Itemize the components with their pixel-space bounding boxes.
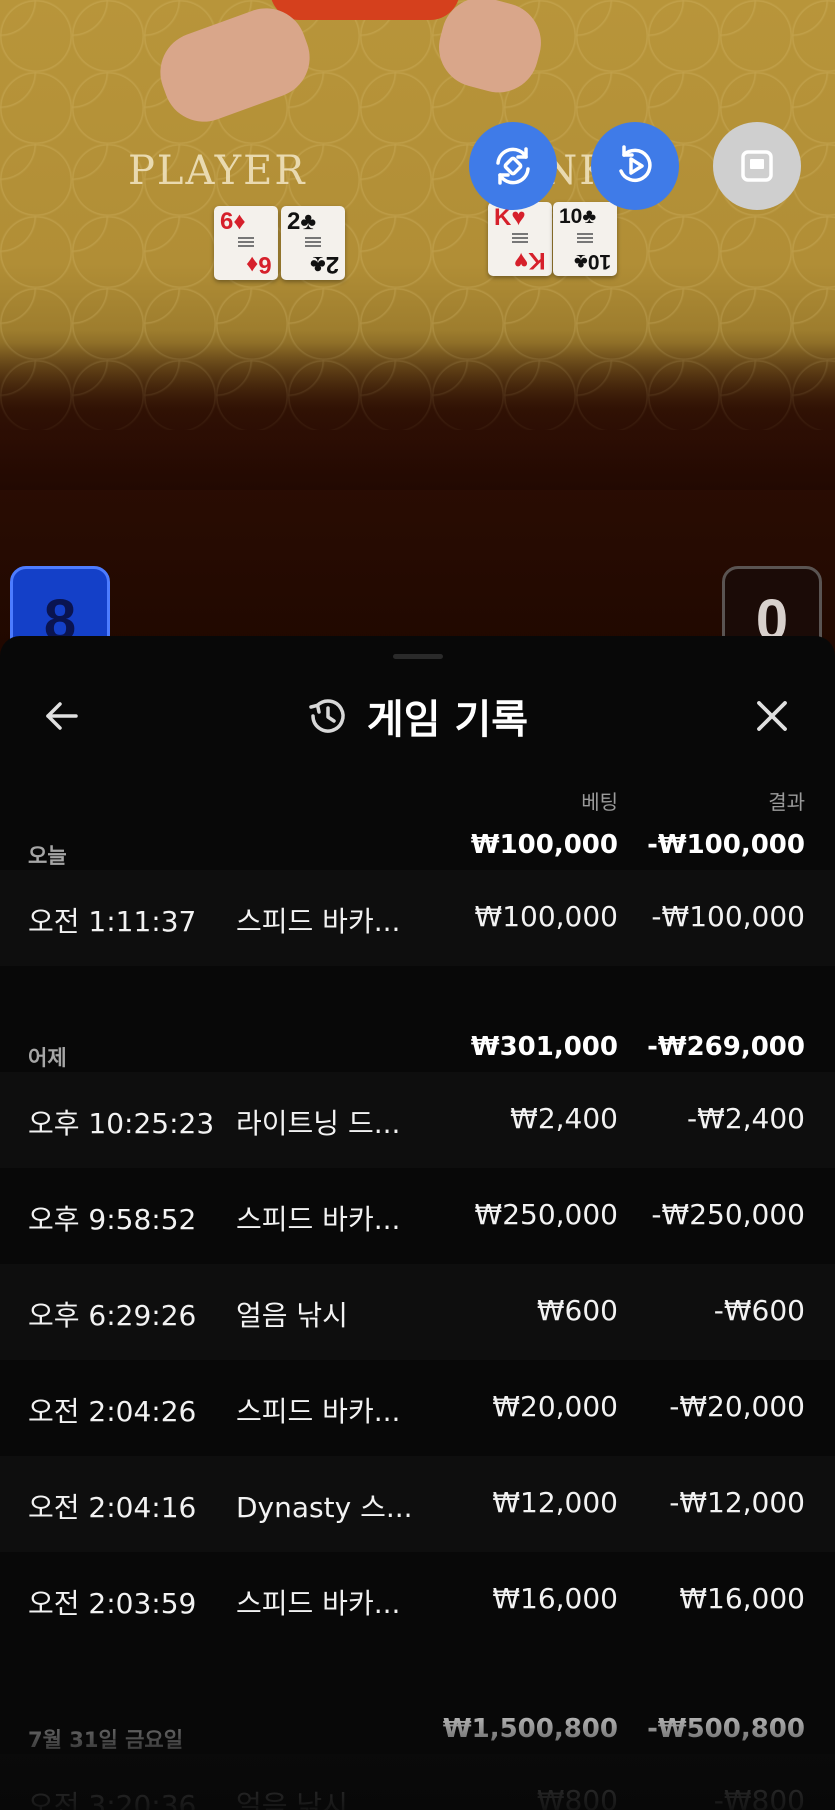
replay-button[interactable] <box>591 122 679 210</box>
column-header-bet: 베팅 <box>581 790 618 814</box>
row-time: 오전 2:04:16 <box>28 1491 197 1524</box>
rotate-icon <box>496 147 530 185</box>
group-result-total: -₩100,000 <box>647 830 805 860</box>
banker-card-2: 10♣ 10♣ <box>553 202 617 276</box>
history-icon <box>309 699 345 733</box>
group-bet-total: ₩1,500,800 <box>442 1714 618 1744</box>
group-date-label: 어제 <box>28 1046 67 1070</box>
row-game: 스피드 바카... <box>236 1587 401 1620</box>
history-row[interactable]: 오후 9:58:52 스피드 바카... ₩250,000 -₩250,000 <box>0 1168 835 1264</box>
history-row[interactable]: 오후 10:25:23 라이트닝 드... ₩2,400 -₩2,400 <box>0 1072 835 1168</box>
game-history-sheet: 게임 기록 베팅 결과 오늘 ₩100,000 -₩100,000 오전 1:1… <box>0 636 835 1810</box>
history-row[interactable]: 오전 2:04:26 스피드 바카... ₩20,000 -₩20,000 <box>0 1360 835 1456</box>
row-result: -₩800 <box>713 1784 805 1810</box>
rotate-view-button[interactable] <box>469 122 557 210</box>
replay-icon <box>619 145 652 182</box>
back-button[interactable] <box>30 684 94 748</box>
row-game: 스피드 바카... <box>236 905 401 938</box>
row-time: 오후 10:25:23 <box>28 1107 215 1140</box>
stop-icon <box>741 150 773 182</box>
row-game: 얼음 낚시 <box>236 1789 348 1810</box>
row-bet: ₩16,000 <box>492 1582 618 1615</box>
close-button[interactable] <box>740 684 804 748</box>
arrow-left-icon <box>46 702 78 730</box>
row-time: 오후 6:29:26 <box>28 1299 197 1332</box>
row-bet: ₩100,000 <box>474 900 618 933</box>
row-bet: ₩250,000 <box>474 1198 618 1231</box>
row-time: 오후 9:58:52 <box>28 1203 197 1236</box>
row-time: 오전 3:20:36 <box>28 1789 197 1810</box>
row-result: -₩20,000 <box>669 1390 805 1423</box>
row-time: 오전 2:03:59 <box>28 1587 197 1620</box>
row-game: 스피드 바카... <box>236 1203 401 1236</box>
history-row[interactable]: 오후 6:29:26 얼음 낚시 ₩600 -₩600 <box>0 1264 835 1360</box>
row-bet: ₩600 <box>536 1294 618 1327</box>
player-card-1: 6♦ 6♦ <box>214 206 278 280</box>
row-bet: ₩12,000 <box>492 1486 618 1519</box>
date-group-header: 7월 31일 금요일 ₩1,500,800 -₩500,800 <box>0 1702 835 1754</box>
group-date-label: 7월 31일 금요일 <box>28 1728 184 1752</box>
row-result: -₩100,000 <box>651 900 805 933</box>
history-row[interactable]: 오전 2:04:16 Dynasty 스... ₩12,000 -₩12,000 <box>0 1456 835 1552</box>
date-group-header: 어제 ₩301,000 -₩269,000 <box>0 1020 835 1072</box>
row-result: ₩16,000 <box>679 1582 805 1615</box>
row-time: 오전 1:11:37 <box>28 905 197 938</box>
sheet-title: 게임 기록 <box>366 697 529 743</box>
row-result: -₩250,000 <box>651 1198 805 1231</box>
row-result: -₩600 <box>713 1294 805 1327</box>
column-header-result: 결과 <box>768 790 805 814</box>
history-row[interactable]: 오전 1:11:37 스피드 바카... ₩100,000 -₩100,000 <box>0 870 835 966</box>
history-row[interactable]: 오전 3:20:36 얼음 낚시 ₩800 -₩800 <box>0 1754 835 1810</box>
row-bet: ₩2,400 <box>510 1102 618 1135</box>
history-row[interactable]: 오전 2:03:59 스피드 바카... ₩16,000 ₩16,000 <box>0 1552 835 1648</box>
column-headers: 베팅 결과 <box>0 786 835 816</box>
row-game: 라이트닝 드... <box>236 1107 401 1140</box>
row-game: 얼음 낚시 <box>236 1299 348 1332</box>
player-felt-label: PLAYER <box>128 148 307 194</box>
stop-button[interactable] <box>713 122 801 210</box>
banker-card-1: K♥ K♥ <box>488 202 552 276</box>
group-date-label: 오늘 <box>28 844 67 868</box>
close-icon <box>757 701 787 731</box>
row-result: -₩12,000 <box>669 1486 805 1519</box>
sheet-header: 게임 기록 <box>0 666 835 766</box>
sheet-drag-handle[interactable] <box>393 654 443 659</box>
player-card-2: 2♣ 2♣ <box>281 206 345 280</box>
table-shadow <box>0 330 835 490</box>
group-bet-total: ₩301,000 <box>470 1032 618 1062</box>
live-video-feed: PLAYER BANKER 6♦ 6♦ 2♣ 2♣ K♥ K♥ 10♣ 10♣ <box>0 0 835 660</box>
row-result: -₩2,400 <box>687 1102 805 1135</box>
row-bet: ₩20,000 <box>492 1390 618 1423</box>
row-game: 스피드 바카... <box>236 1395 401 1428</box>
group-result-total: -₩500,800 <box>647 1714 805 1744</box>
row-game: Dynasty 스... <box>236 1491 413 1524</box>
history-list[interactable]: 오늘 ₩100,000 -₩100,000 오전 1:11:37 스피드 바카.… <box>0 818 835 1810</box>
group-bet-total: ₩100,000 <box>470 830 618 860</box>
dealer-shirt <box>270 0 460 20</box>
group-result-total: -₩269,000 <box>647 1032 805 1062</box>
row-bet: ₩800 <box>536 1784 618 1810</box>
date-group-header: 오늘 ₩100,000 -₩100,000 <box>0 818 835 870</box>
row-time: 오전 2:04:26 <box>28 1395 197 1428</box>
